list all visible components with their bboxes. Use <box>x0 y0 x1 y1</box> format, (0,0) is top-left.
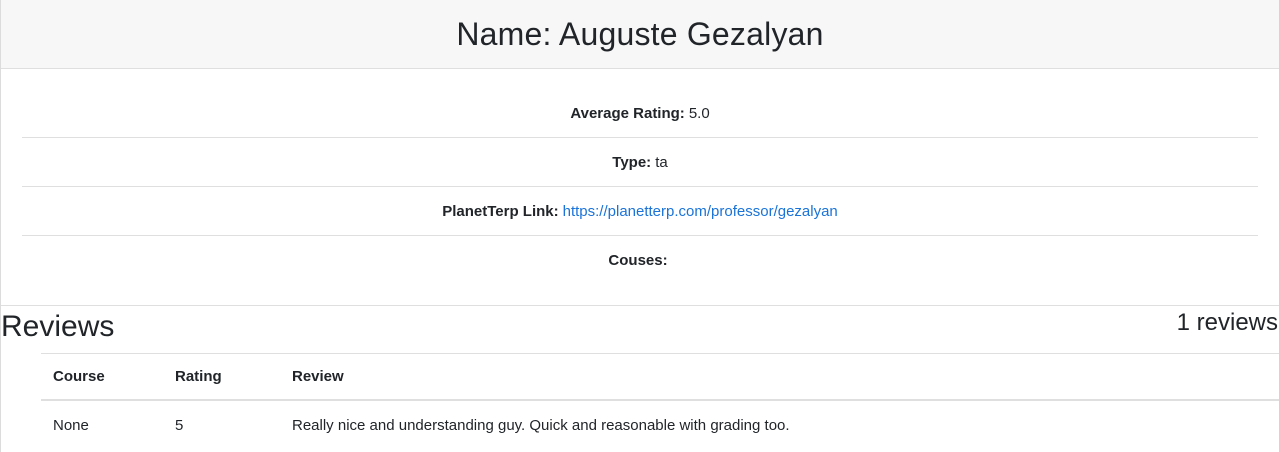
page-title: Name: Auguste Gezalyan <box>456 15 824 52</box>
review-course-cell: None <box>53 416 89 434</box>
planetterp-label: PlanetTerp Link: <box>442 202 559 220</box>
average-rating-value: 5.0 <box>688 104 710 122</box>
reviews-table-header: Course Rating Review <box>41 353 1279 401</box>
reviews-title: Reviews <box>1 310 115 343</box>
professor-page: Name: Auguste Gezalyan Average Rating: 5… <box>0 0 1279 452</box>
planetterp-row: PlanetTerp Link: https://planetterp.com/… <box>22 187 1258 236</box>
review-text-cell: Really nice and understanding guy. Quick… <box>292 416 790 434</box>
card-header: Name: Auguste Gezalyan <box>1 0 1279 69</box>
average-rating-label: Average Rating: <box>570 104 685 122</box>
type-label: Type: <box>612 153 652 171</box>
reviews-header: Reviews 1 reviews <box>1 306 1279 352</box>
courses-label: Couses: <box>608 252 668 269</box>
info-list: Average Rating: 5.0 Type: ta PlanetTerp … <box>22 89 1258 285</box>
planetterp-link[interactable]: https://planetterp.com/professor/gezalya… <box>563 203 838 220</box>
type-value: ta <box>655 153 668 171</box>
type-row: Type: ta <box>22 138 1258 187</box>
courses-row: Couses: <box>22 236 1258 285</box>
average-rating-row: Average Rating: 5.0 <box>22 89 1258 138</box>
review-rating-cell: 5 <box>175 416 184 434</box>
column-header-course[interactable]: Course <box>41 353 163 401</box>
reviews-table: Course Rating Review None 5 Really nice … <box>41 353 1279 450</box>
column-header-rating[interactable]: Rating <box>163 353 280 401</box>
table-row: None 5 Really nice and understanding guy… <box>41 400 1279 450</box>
column-header-review[interactable]: Review <box>280 353 1279 401</box>
reviews-count: 1 reviews <box>1176 309 1278 336</box>
